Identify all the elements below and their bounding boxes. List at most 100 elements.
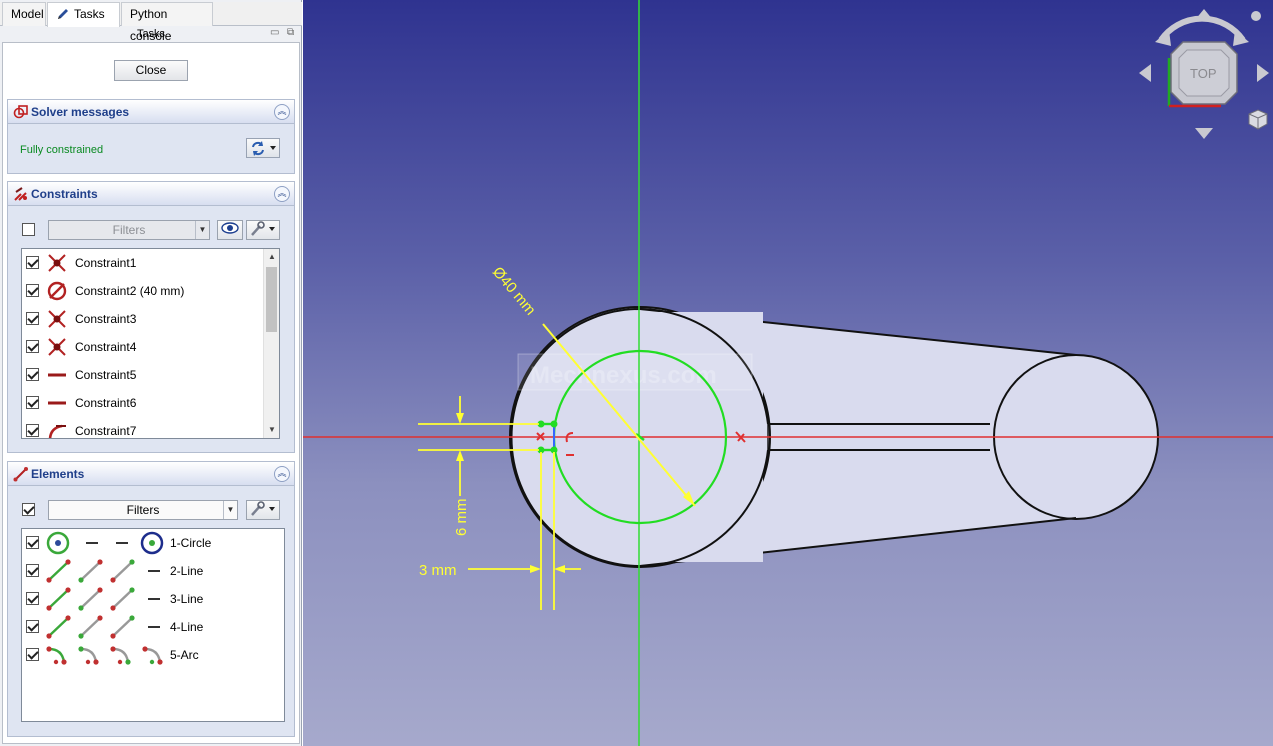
solver-messages-title: Solver messages xyxy=(31,105,130,119)
scrollbar[interactable]: ▲ ▼ xyxy=(263,249,279,438)
nav-cube-label: TOP xyxy=(1190,66,1217,81)
constraint-checkbox[interactable] xyxy=(26,424,39,437)
collapse-icon[interactable]: ︽ xyxy=(274,104,290,120)
pencil-icon xyxy=(58,9,68,19)
scroll-thumb[interactable] xyxy=(266,267,277,332)
element-checkbox[interactable] xyxy=(26,620,39,633)
list-item[interactable]: 2-Line xyxy=(22,557,284,585)
constraints-select-all[interactable] xyxy=(22,223,35,243)
element-checkbox[interactable] xyxy=(26,592,39,605)
3d-viewport[interactable]: Mechnexus.com Ø40 mm 6 mm 3 mm TOP xyxy=(303,0,1273,746)
constraints-filter-dropdown[interactable]: Filters ▼ xyxy=(48,220,210,240)
elements-header[interactable]: Elements ︽ xyxy=(8,462,294,486)
solver-status: Fully constrained xyxy=(20,144,104,156)
constraints-list[interactable]: Constraint1 Constraint2 (40 mm) Constrai… xyxy=(21,248,280,439)
elements-list[interactable]: 1-Circle 2-Line 3-Line 4-Line 5-Arc xyxy=(21,528,285,722)
collapse-icon[interactable]: ︽ xyxy=(274,186,290,202)
element-label: 2-Line xyxy=(170,564,204,578)
constraint-checkbox[interactable] xyxy=(26,340,39,353)
constraints-header[interactable]: Constraints ︽ xyxy=(8,182,294,206)
elements-title: Elements xyxy=(31,467,85,481)
horizontal-icon xyxy=(48,401,66,405)
element-checkbox[interactable] xyxy=(26,536,39,549)
scroll-up-icon[interactable]: ▲ xyxy=(264,249,279,265)
vertex-point[interactable] xyxy=(550,420,558,428)
line-element-icons xyxy=(46,587,160,611)
list-item[interactable]: Constraint4 xyxy=(22,333,279,361)
tab-bar: Model Tasks Python console xyxy=(0,2,302,43)
select-all-checkbox[interactable] xyxy=(22,503,35,516)
list-item[interactable]: Constraint7 xyxy=(22,417,279,438)
element-label: 4-Line xyxy=(170,620,204,634)
line-element-icons xyxy=(46,615,160,639)
eye-icon xyxy=(221,222,239,234)
elements-icon xyxy=(13,467,28,482)
element-checkbox[interactable] xyxy=(26,564,39,577)
list-item[interactable]: Constraint6 xyxy=(22,389,279,417)
view-menu-cube-icon[interactable] xyxy=(1248,109,1268,130)
tangent-icon xyxy=(48,424,66,438)
arc-element-icons xyxy=(46,646,163,665)
sketch-canvas[interactable]: Mechnexus.com Ø40 mm 6 mm 3 mm TOP xyxy=(303,0,1273,746)
float-icon[interactable]: ⧉ xyxy=(287,28,297,38)
list-item[interactable]: 4-Line xyxy=(22,613,284,641)
constraint-checkbox[interactable] xyxy=(26,256,39,269)
constraint-label: Constraint1 xyxy=(75,256,137,270)
solver-messages-header[interactable]: Solver messages ︽ xyxy=(8,100,294,124)
list-item[interactable]: Constraint2 (40 mm) xyxy=(22,277,279,305)
elements-filter-dropdown[interactable]: Filters ▼ xyxy=(48,500,238,520)
list-item[interactable]: 1-Circle xyxy=(22,529,284,557)
list-item[interactable]: 5-Arc xyxy=(22,641,284,669)
tab-model[interactable]: Model xyxy=(2,2,46,26)
collapse-icon[interactable]: ︽ xyxy=(274,466,290,482)
auto-update-button[interactable] xyxy=(246,138,280,158)
constraints-filter-label: Filters xyxy=(112,223,146,237)
refresh-icon xyxy=(252,141,276,156)
wrench-settings-icon xyxy=(251,501,275,516)
nav-menu-icon[interactable] xyxy=(1251,11,1261,21)
constraint-checkbox[interactable] xyxy=(26,312,39,325)
constraint-label: Constraint6 xyxy=(75,396,137,410)
horizontal-icon xyxy=(48,373,66,377)
tab-model-label: Model xyxy=(11,7,44,21)
nav-left-arrow-icon[interactable] xyxy=(1139,64,1151,82)
restore-icon[interactable]: ▭ xyxy=(270,28,280,38)
width-label: 3 mm xyxy=(419,562,457,579)
circle-element-icons xyxy=(46,531,164,555)
element-label: 1-Circle xyxy=(170,536,212,550)
elements-box: Elements ︽ Filters ▼ 1-Circle 2-Line 3-L… xyxy=(7,461,295,737)
list-item[interactable]: Constraint5 xyxy=(22,361,279,389)
constraint-checkbox[interactable] xyxy=(26,368,39,381)
nav-up-arrow-icon[interactable] xyxy=(1195,9,1213,20)
solver-icon xyxy=(13,105,28,119)
diameter-icon xyxy=(47,281,67,301)
wrench-settings-icon xyxy=(251,221,275,236)
constraint-checkbox[interactable] xyxy=(26,284,39,297)
list-item[interactable]: Constraint3 xyxy=(22,305,279,333)
scroll-down-icon[interactable]: ▼ xyxy=(264,422,279,438)
constraints-icon xyxy=(14,187,27,201)
list-item[interactable]: 3-Line xyxy=(22,585,284,613)
element-checkbox[interactable] xyxy=(26,648,39,661)
chevron-down-icon: ▼ xyxy=(195,221,209,239)
coincident-icon xyxy=(48,254,66,272)
rotate-arc-icon[interactable] xyxy=(1158,15,1246,42)
constraint-label: Constraint7 xyxy=(75,424,137,438)
close-button[interactable]: Close xyxy=(114,60,188,81)
constraints-settings-button[interactable] xyxy=(246,220,280,240)
navigation-cube[interactable]: TOP xyxy=(1139,9,1269,139)
select-all-checkbox[interactable] xyxy=(22,223,35,236)
coincident-icon xyxy=(48,338,66,356)
nav-right-arrow-icon[interactable] xyxy=(1257,64,1269,82)
elements-settings-button[interactable] xyxy=(246,500,280,520)
list-item[interactable]: Constraint1 xyxy=(22,249,279,277)
constraint-checkbox[interactable] xyxy=(26,396,39,409)
tab-python-console[interactable]: Python console xyxy=(121,2,213,43)
visibility-button[interactable] xyxy=(217,220,243,240)
element-label: 5-Arc xyxy=(170,648,199,662)
constraint-label: Constraint5 xyxy=(75,368,137,382)
elements-select-all[interactable] xyxy=(22,503,35,523)
nav-down-arrow-icon[interactable] xyxy=(1195,128,1213,139)
task-panel: Model Tasks Python console Tasks ▭ ⧉ Clo… xyxy=(0,0,302,746)
tab-tasks[interactable]: Tasks xyxy=(47,2,120,27)
